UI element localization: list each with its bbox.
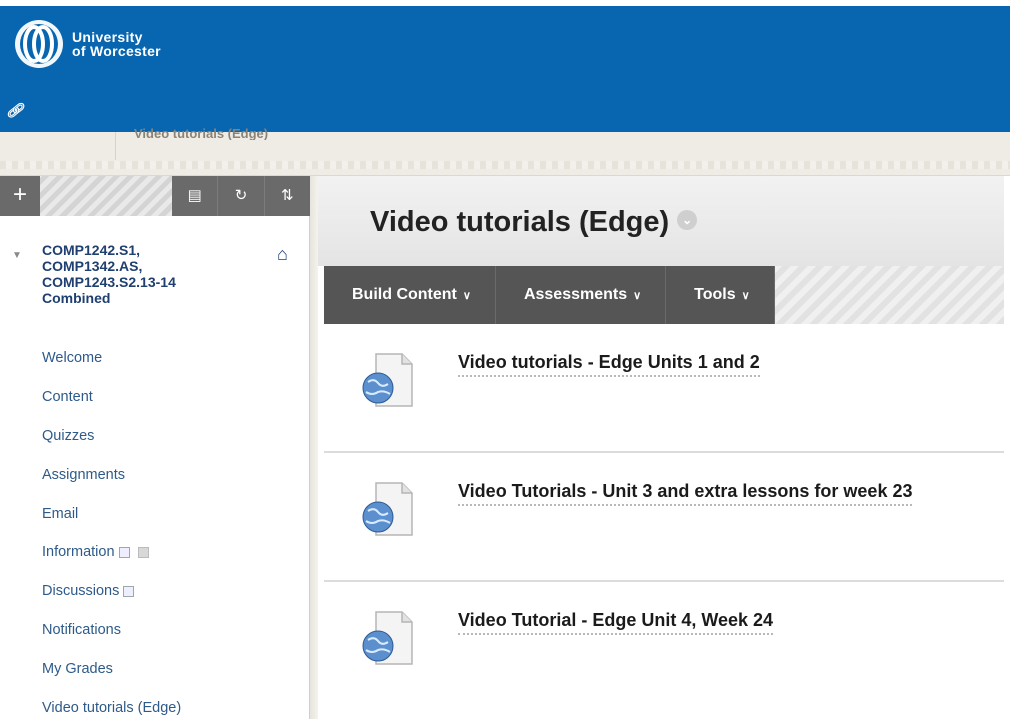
chevron-down-icon: ∨ <box>462 290 471 302</box>
home-icon[interactable]: ⌂ <box>277 244 288 265</box>
sidebar-item-label: Notifications <box>42 621 121 638</box>
course-menu-tools: ▤ ↻ ⇅ <box>172 176 310 216</box>
sidebar-item-discussions[interactable]: Discussions <box>42 572 181 611</box>
course-title-line-3: COMP1243.S2.13-14 <box>42 274 176 290</box>
logo-line-1: University <box>72 29 143 45</box>
course-menu: + ▤ ↻ ⇅ ▼ COMP1242.S1, COMP1342.AS, COMP… <box>0 176 310 719</box>
action-menus: Build Content ∨ Assessments ∨ Tools ∨ <box>324 266 775 324</box>
chevron-down-icon: ∨ <box>633 290 642 302</box>
external-link-icon <box>123 585 135 597</box>
sort-icon[interactable]: ⇅ <box>263 176 310 216</box>
sidebar-item-label: Content <box>42 389 93 406</box>
chevron-down-icon[interactable]: ⌄ <box>677 210 698 231</box>
course-title-line-2: COMP1342.AS, <box>42 258 143 274</box>
refresh-icon[interactable]: ↻ <box>217 176 263 216</box>
university-logo[interactable]: University of Worcester <box>10 18 161 70</box>
course-menu-toolbar: + ▤ ↻ ⇅ <box>0 176 310 216</box>
chevron-down-icon: ∨ <box>741 290 750 302</box>
content-area: Video tutorials (Edge) ⌄ Build Content ∨ A… <box>318 176 1010 719</box>
sidebar-item-notifications[interactable]: Notifications <box>42 611 181 650</box>
logo-emblem-icon <box>10 18 68 70</box>
sidebar-item-label: Assignments <box>42 466 126 483</box>
action-bar: Build Content ∨ Assessments ∨ Tools ∨ <box>324 266 1010 324</box>
assessments-menu[interactable]: Assessments ∨ <box>496 266 667 324</box>
sidebar-item-label: Discussions <box>42 583 120 600</box>
sidebar-item-email[interactable]: Email <box>42 494 181 533</box>
sidebar-item-label: My Grades <box>42 660 113 677</box>
page-title[interactable]: Video tutorials (Edge) ⌄ <box>370 206 698 239</box>
sidebar-item-content[interactable]: Content <box>42 378 181 417</box>
content-item-list: Video tutorials - Edge Units 1 and 2 Vid… <box>324 324 1010 711</box>
sidebar-item-label: Quizzes <box>42 427 95 444</box>
logo-text: University of Worcester <box>72 30 161 58</box>
course-title-line-4: Combined <box>42 290 111 306</box>
logo-line-2: of Worcester <box>72 43 161 59</box>
content-item: Video Tutorial - Edge Unit 4, Week 24 <box>324 582 1010 711</box>
course-title[interactable]: COMP1242.S1, COMP1342.AS, COMP1243.S2.13… <box>42 242 242 306</box>
web-link-icon <box>362 353 413 407</box>
course-menu-list: Welcome Content Quizzes Assignments Emai… <box>42 339 181 719</box>
build-content-menu[interactable]: Build Content ∨ <box>324 266 496 324</box>
breadcrumb-bar: Video tutorials (Edge) <box>0 126 1010 176</box>
sidebar-item-label: Welcome <box>42 350 103 367</box>
collapse-triangle-icon[interactable]: ▼ <box>12 250 22 261</box>
content-item-link[interactable]: Video tutorials - Edge Units 1 and 2 <box>458 352 760 377</box>
sidebar-item-quizzes[interactable]: Quizzes <box>42 417 181 456</box>
site-header: University of Worcester 🔗︎ <box>0 6 1010 132</box>
content-item: Video Tutorials - Unit 3 and extra lesso… <box>324 453 1010 582</box>
breadcrumb-home-area[interactable] <box>18 132 116 160</box>
link-icon[interactable]: 🔗︎ <box>6 102 24 119</box>
menu-label: Assessments <box>523 286 628 303</box>
sidebar-item-video-tutorials[interactable]: Video tutorials (Edge) <box>42 688 181 719</box>
content-item-link[interactable]: Video Tutorial - Edge Unit 4, Week 24 <box>458 610 774 635</box>
sidebar-item-label: Email <box>42 505 79 522</box>
content-item-link[interactable]: Video Tutorials - Unit 3 and extra lesso… <box>458 481 913 506</box>
external-link-icon <box>118 546 130 558</box>
sidebar-item-assignments[interactable]: Assignments <box>42 455 181 494</box>
folder-view-icon[interactable]: ▤ <box>172 176 217 216</box>
breadcrumb-current: Video tutorials (Edge) <box>134 126 269 140</box>
content-divider <box>310 176 318 719</box>
sidebar-item-welcome[interactable]: Welcome <box>42 339 181 378</box>
right-border <box>1004 176 1010 719</box>
page-title-area: Video tutorials (Edge) ⌄ <box>318 176 1010 266</box>
course-title-line-1: COMP1242.S1, <box>42 242 141 258</box>
sidebar-item-my-grades[interactable]: My Grades <box>42 649 181 688</box>
content-item: Video tutorials - Edge Units 1 and 2 <box>324 324 1010 453</box>
sidebar-item-information[interactable]: Information <box>42 533 181 572</box>
hidden-item-icon <box>137 546 149 558</box>
page-title-text: Video tutorials (Edge) <box>370 206 670 238</box>
web-link-icon <box>362 482 413 536</box>
sidebar-item-label: Video tutorials (Edge) <box>42 699 182 716</box>
add-menu-item-button[interactable]: + <box>0 176 40 216</box>
web-link-icon <box>362 611 413 665</box>
menu-label: Tools <box>694 286 736 303</box>
sidebar-item-label: Information <box>42 544 115 561</box>
menu-label: Build Content <box>352 286 457 303</box>
tools-menu[interactable]: Tools ∨ <box>666 266 775 324</box>
